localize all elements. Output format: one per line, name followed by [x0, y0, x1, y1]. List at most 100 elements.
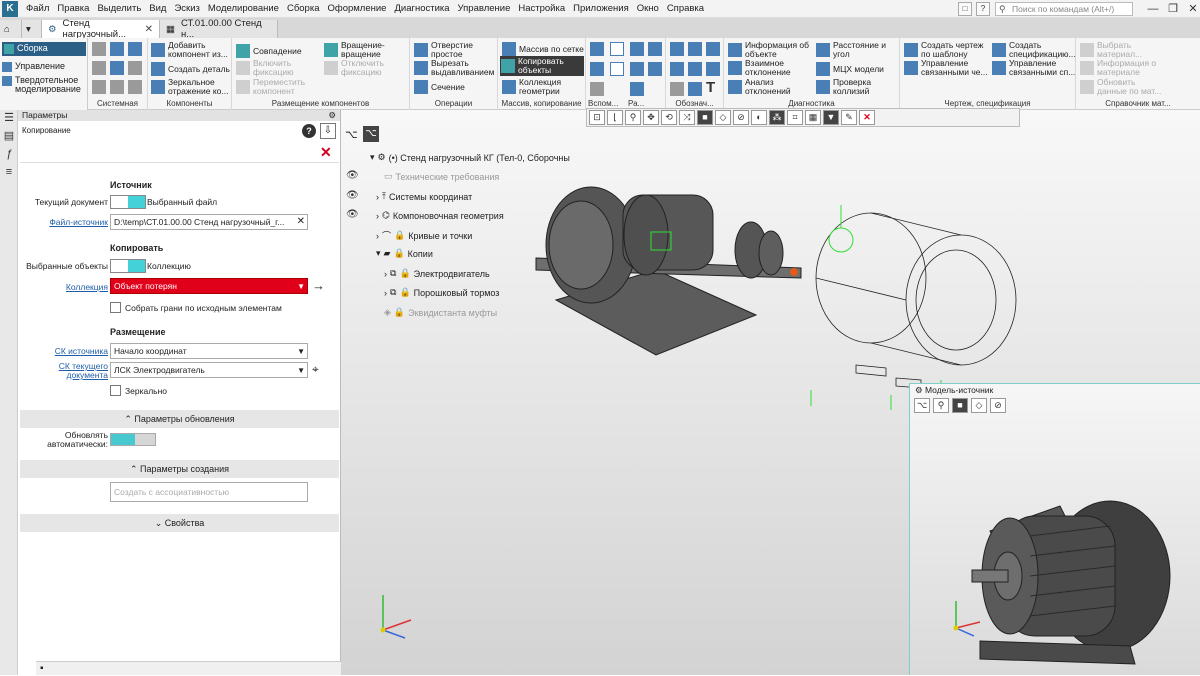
mutual-deviation-button[interactable]: Взаимное отклонение [728, 59, 814, 77]
tree-item-curves[interactable]: › ⌒ 🔒 Кривые и точки [376, 229, 472, 242]
plane-icon[interactable] [590, 42, 604, 56]
menu-item[interactable]: Управление [454, 0, 515, 18]
menu-item[interactable]: Настройка [514, 0, 569, 18]
tolerance-icon[interactable] [670, 62, 684, 76]
copy-mode-switch[interactable] [110, 259, 146, 273]
help-icon[interactable]: ? [302, 124, 316, 138]
menu-item[interactable]: Приложения [569, 0, 633, 18]
line-icon[interactable] [590, 82, 604, 96]
cs-current-link[interactable]: СК текущего документа [22, 362, 108, 380]
paste-icon[interactable] [128, 80, 142, 94]
filter-icon[interactable]: ▼ [823, 110, 839, 125]
coincide-button[interactable]: Совпадение [236, 44, 316, 58]
hide-icon[interactable]: ⊘ [733, 110, 749, 125]
section-view-icon[interactable]: ◐ [751, 110, 767, 125]
add-component-button[interactable]: Добавить компонент из... [151, 41, 231, 59]
cut-icon[interactable] [92, 80, 106, 94]
curve-icon[interactable] [590, 62, 604, 76]
point-icon[interactable] [630, 42, 644, 56]
arrow-right-icon[interactable]: → [312, 278, 325, 293]
message-icon[interactable]: ▪ [40, 663, 44, 674]
material-info-button[interactable]: Информация о материале [1080, 59, 1166, 77]
mirror-component-button[interactable]: Зеркальное отражение ко... [151, 78, 231, 96]
file-source-link[interactable]: Файл-источник [22, 217, 108, 227]
panel-settings-icon[interactable]: ⚙ [328, 110, 336, 121]
minimize-panel-icon[interactable]: □ [958, 2, 972, 16]
wireframe-view-icon[interactable]: ◇ [971, 398, 987, 413]
menu-item[interactable]: Правка [53, 0, 93, 18]
clear-icon[interactable]: ✕ [297, 215, 305, 229]
open-icon[interactable] [110, 42, 124, 56]
mirror-checkbox[interactable] [110, 385, 121, 396]
visibility-eye-icon[interactable]: 👁 [346, 190, 359, 201]
parameters-icon[interactable]: ▤ [3, 130, 15, 142]
home-tab[interactable]: ⌂ [0, 20, 22, 38]
base-icon[interactable] [688, 62, 702, 76]
create-spec-button[interactable]: Создать спецификацию... [992, 41, 1076, 59]
menu-item[interactable]: Оформление [324, 0, 391, 18]
select-icon[interactable]: ⊡ [589, 110, 605, 125]
tree-item-cs[interactable]: › ⤒ Системы координат [376, 191, 472, 202]
roughness-icon[interactable] [706, 42, 720, 56]
create-part-button[interactable]: Создать деталь [151, 62, 231, 76]
file-source-field[interactable]: D:\temp\СТ.01.00.00 Стенд нагрузочный_г.… [110, 214, 308, 230]
menu-item[interactable]: Вид [145, 0, 170, 18]
source-model-preview[interactable]: ⚙ Модель-источник ⌥ ⚲ ■ ◇ ⊘ [909, 383, 1200, 675]
context-solid[interactable]: Твердотельное моделирование [2, 76, 86, 94]
tree-item-copies[interactable]: ▾ ▰ 🔒 Копии [376, 248, 433, 259]
menu-item[interactable]: Выделить [93, 0, 145, 18]
copy-objects-button[interactable]: Копировать объекты [500, 56, 584, 76]
tab-assembly[interactable]: ⚙ Стенд нагрузочный... ✕ [42, 18, 160, 40]
hole-button[interactable]: Отверстие простое [414, 41, 498, 59]
tree-icon[interactable]: ⌥ [914, 398, 930, 413]
source-switch[interactable] [110, 195, 146, 209]
layers-icon[interactable]: ≡ [3, 166, 15, 178]
auto-update-toggle[interactable] [110, 433, 156, 446]
tree-item-offset[interactable]: ◈ 🔒 Эквидистанта муфты [384, 307, 497, 318]
command-search-input[interactable]: ⚲ Поиск по командам (Alt+/) [995, 2, 1133, 16]
pick-cs-icon[interactable]: ⌖ [312, 362, 319, 377]
shaded-view-icon[interactable]: ■ [697, 110, 713, 125]
choose-material-button[interactable]: Выбрать материал... [1080, 41, 1166, 59]
save-as-icon[interactable] [110, 61, 124, 75]
tab-drawing[interactable]: ▦ СТ.01.00.00 Стенд н... [160, 18, 278, 40]
visibility-eye-icon[interactable]: 👁 [346, 170, 359, 181]
axis-icon[interactable] [610, 42, 624, 56]
hide-icon[interactable]: ⊘ [990, 398, 1006, 413]
distance-angle-button[interactable]: Расстояние и угол [816, 41, 900, 59]
tree-icon[interactable]: ☰ [3, 112, 15, 124]
visibility-eye-icon[interactable]: 👁 [346, 209, 359, 220]
snap-icon[interactable]: ⁂ [769, 110, 785, 125]
menu-item[interactable]: Окно [633, 0, 663, 18]
collection-link[interactable]: Коллекция [22, 282, 108, 292]
window-close-button[interactable]: ✕ [1180, 0, 1200, 18]
new-doc-icon[interactable] [92, 42, 106, 56]
cs-source-select[interactable]: Начало координат ▼ [110, 343, 308, 359]
shaded-view-icon[interactable]: ■ [952, 398, 968, 413]
cancel-close-icon[interactable]: ✕ [320, 144, 332, 161]
context-control[interactable]: Управление [2, 62, 65, 72]
menu-item[interactable]: Моделирование [204, 0, 283, 18]
menu-item[interactable]: Справка [663, 0, 708, 18]
menu-item[interactable]: Файл [22, 0, 53, 18]
orient-icon[interactable]: ⌊ [607, 110, 623, 125]
enable-fix-button[interactable]: Включить фиксацию [236, 59, 316, 77]
tree-item-layout[interactable]: › ⌬ Компоновочная геометрия [376, 210, 504, 221]
rotate-icon[interactable]: ⟲ [661, 110, 677, 125]
collision-check-button[interactable]: Проверка коллизий [816, 78, 900, 96]
pin-panel-icon[interactable]: ⇩ [320, 123, 336, 139]
tree-item-brake[interactable]: › ⧉ 🔒 Порошковый тормоз [384, 287, 499, 298]
sketch-icon[interactable] [610, 62, 624, 76]
save-icon[interactable] [128, 42, 142, 56]
disable-fix-button[interactable]: Отключить фиксацию [324, 59, 408, 77]
zoom-icon[interactable]: ⚲ [933, 398, 949, 413]
context-assembly[interactable]: Сборка [2, 42, 86, 56]
create-drawing-button[interactable]: Создать чертеж по шаблону [904, 41, 990, 59]
tree-item-motor[interactable]: › ⧉ 🔒 Электродвигатель [384, 268, 490, 279]
spline-icon[interactable] [648, 62, 662, 76]
tree-root[interactable]: ▾ ⚙ (•) Стенд нагрузочный КГ (Тел-0, Сборо… [370, 152, 570, 163]
display-icon[interactable]: ▦ [805, 110, 821, 125]
geometry-collection-button[interactable]: Коллекция геометрии [502, 78, 586, 96]
lcs-icon[interactable] [648, 42, 662, 56]
move-component-button[interactable]: Переместить компонент [236, 78, 316, 96]
